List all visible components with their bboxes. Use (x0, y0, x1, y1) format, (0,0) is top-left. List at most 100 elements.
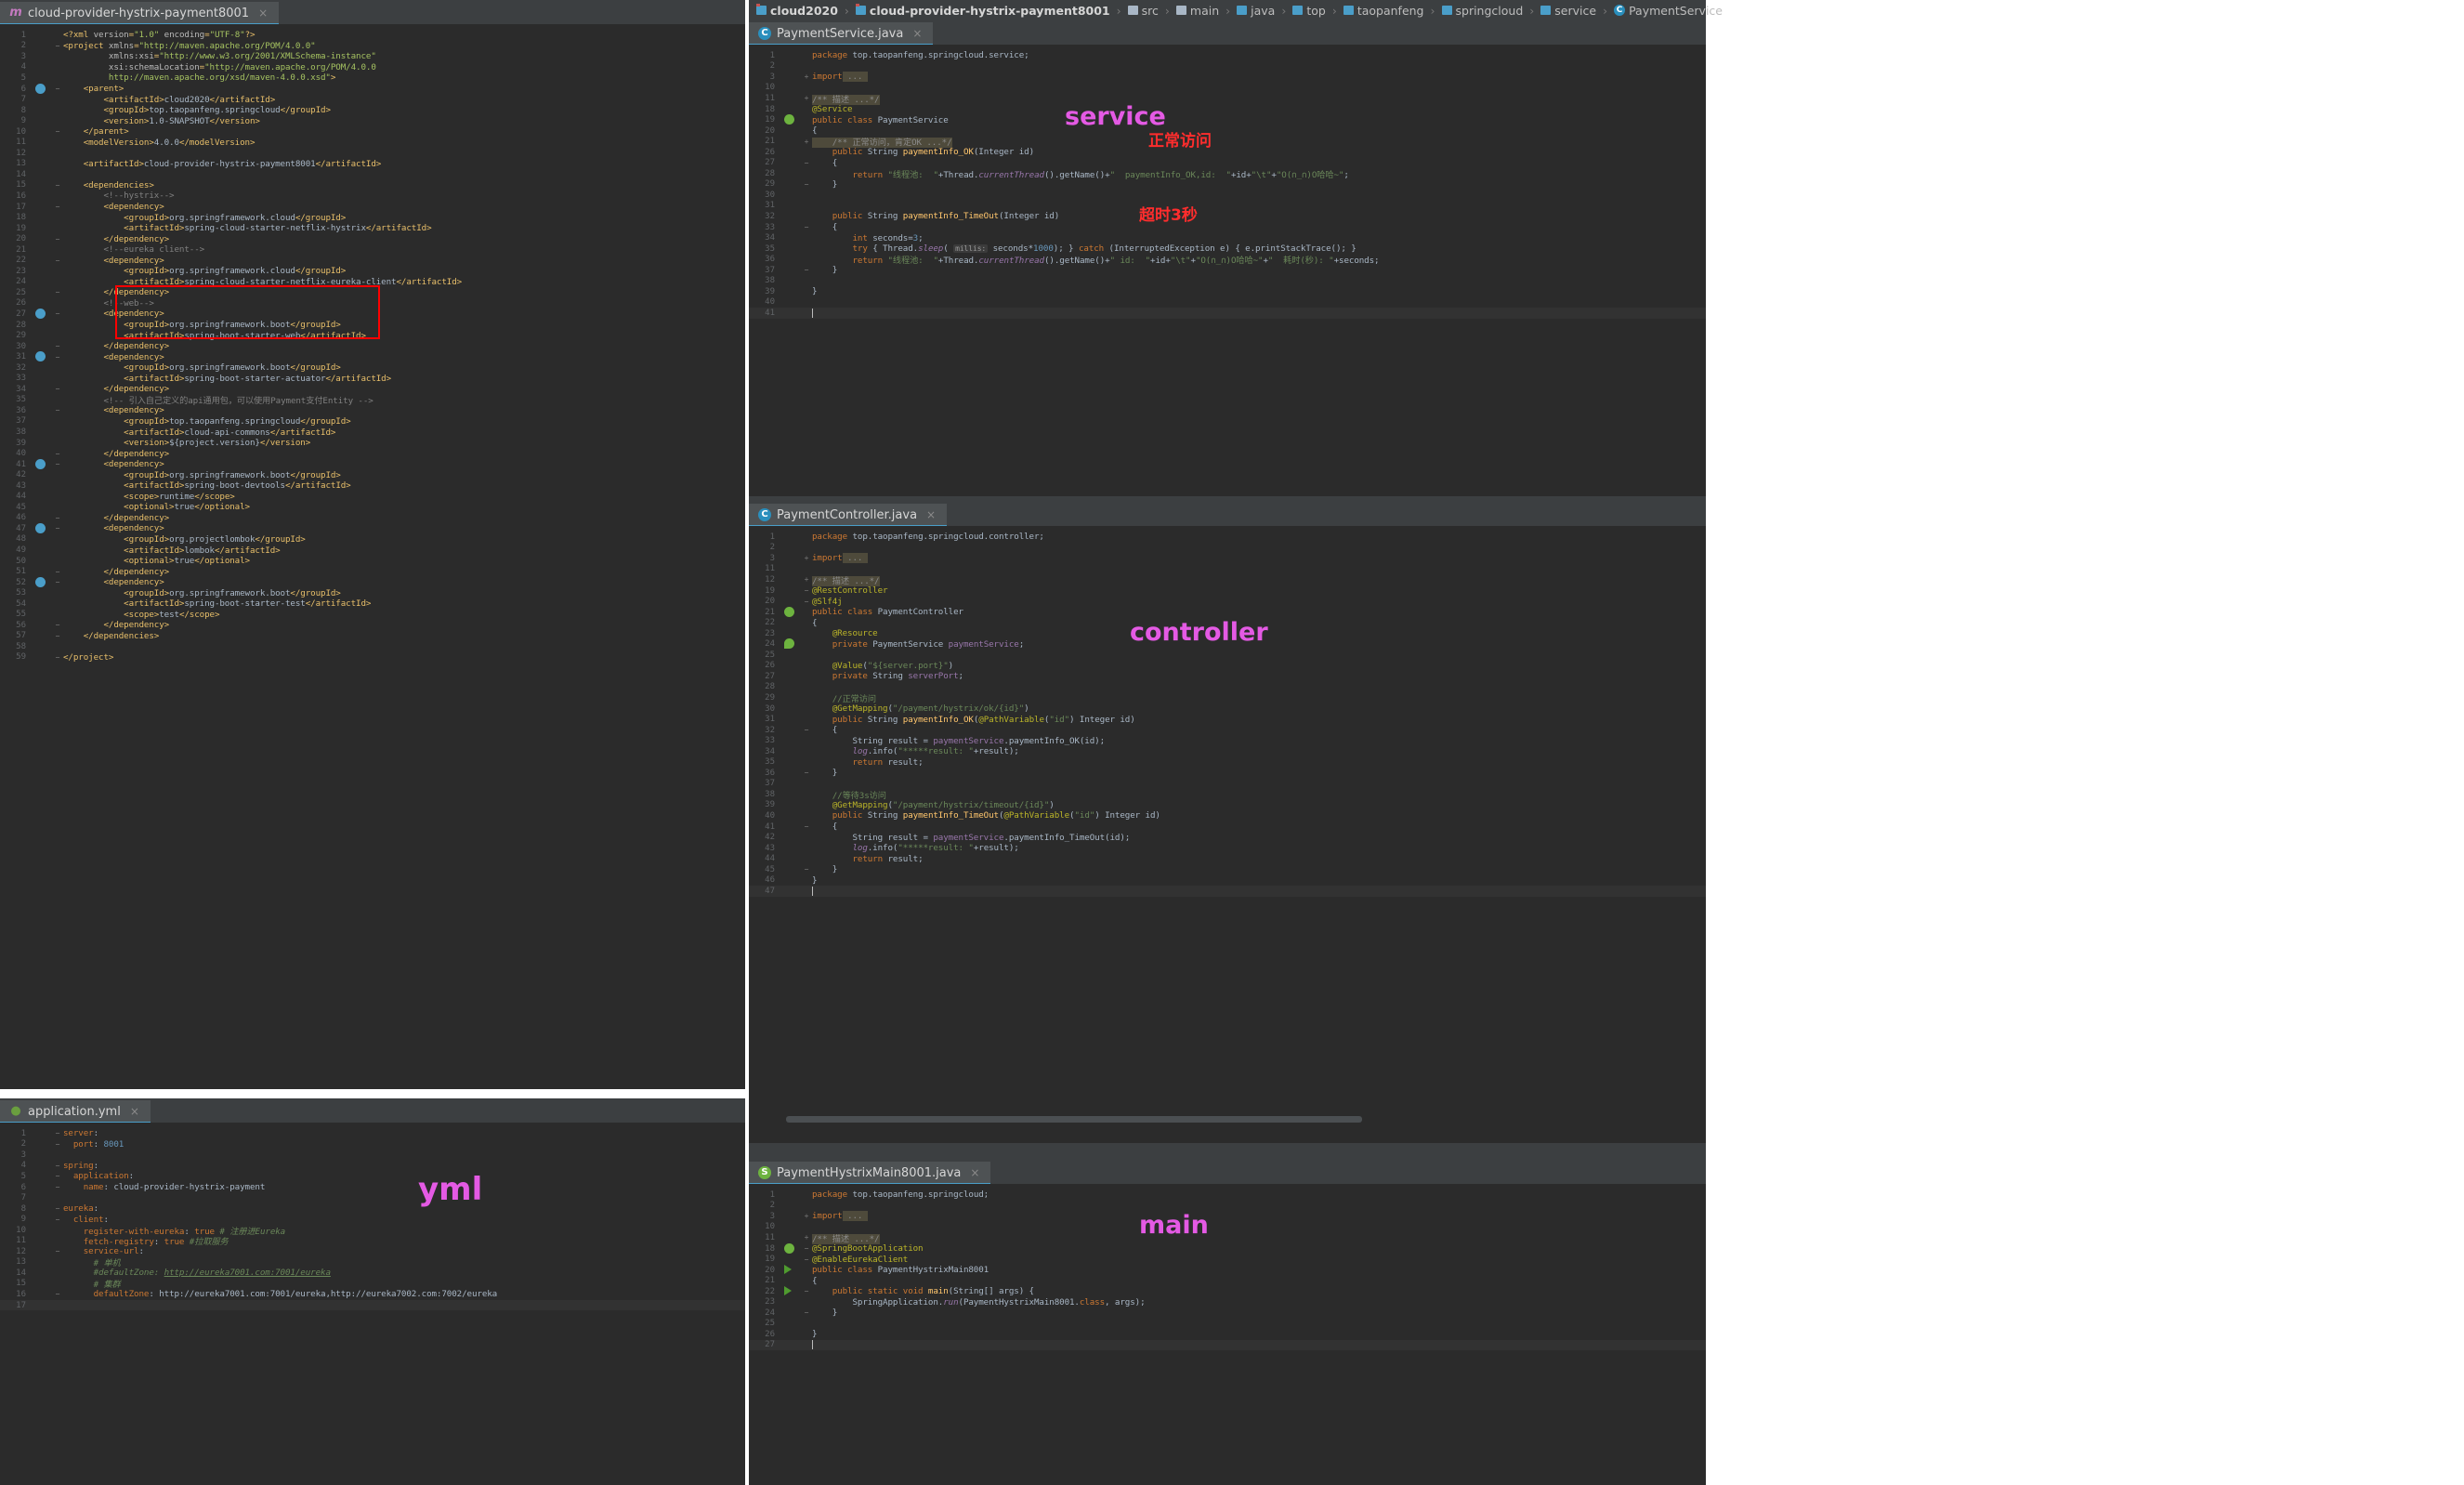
code-line[interactable]: 56 − </dependency> (0, 620, 745, 631)
code-line[interactable]: 8 <groupId>top.taopanfeng.springcloud</g… (0, 105, 745, 116)
maven-download-icon[interactable] (35, 351, 46, 362)
fold-toggle[interactable]: − (801, 1287, 812, 1295)
gutter-marker-area[interactable] (32, 1150, 52, 1161)
code-line[interactable]: 11 <modelVersion>4.0.0</modelVersion> (0, 137, 745, 148)
code-line[interactable]: 15 # 集群 (0, 1279, 745, 1290)
code-line[interactable]: 27 − <dependency> (0, 309, 745, 320)
gutter-marker-area[interactable] (780, 1232, 801, 1243)
gutter-marker-area[interactable] (780, 1264, 801, 1276)
gutter-marker-area[interactable] (32, 362, 52, 374)
fold-toggle[interactable]: − (801, 1308, 812, 1317)
code-line[interactable]: 11 (749, 564, 1706, 575)
gutter-marker-area[interactable] (780, 564, 801, 575)
code-line[interactable]: 31 (749, 201, 1706, 212)
gutter-marker-area[interactable] (32, 1246, 52, 1257)
tab-payment-hystrix-main[interactable]: S PaymentHystrixMain8001.java × (749, 1162, 991, 1186)
close-icon[interactable]: × (912, 27, 922, 40)
fold-toggle[interactable]: − (52, 385, 63, 393)
spring-run-icon[interactable] (784, 1264, 792, 1274)
code-line[interactable]: 1 package top.taopanfeng.springcloud.serv… (749, 50, 1706, 61)
code-line[interactable]: 32 public String paymentInfo_TimeOut(Int… (749, 211, 1706, 222)
fold-toggle[interactable]: − (52, 514, 63, 522)
gutter-marker-area[interactable] (780, 1201, 801, 1212)
gutter-marker-area[interactable] (780, 286, 801, 297)
code-line[interactable]: 32 − { (749, 725, 1706, 736)
code-line[interactable]: 24 − } (749, 1308, 1706, 1319)
code-line[interactable]: 3 + import ... (749, 72, 1706, 83)
gutter-marker-area[interactable] (32, 62, 52, 73)
gutter-marker-area[interactable] (780, 72, 801, 83)
gutter-marker-area[interactable] (780, 821, 801, 833)
gutter-marker-area[interactable] (32, 159, 52, 170)
fold-toggle[interactable]: − (801, 1244, 812, 1253)
breadcrumb-item-java[interactable]: java (1235, 4, 1277, 18)
code-line[interactable]: 41 − { (749, 821, 1706, 833)
code-line[interactable]: 3 + import ... (749, 1211, 1706, 1222)
code-line[interactable]: 18 @Service (749, 104, 1706, 115)
gutter-marker-area[interactable] (780, 628, 801, 639)
code-line[interactable]: 2 (749, 1201, 1706, 1212)
gutter-marker-area[interactable] (780, 779, 801, 790)
maven-download-icon[interactable] (35, 309, 46, 320)
gutter-marker-area[interactable] (32, 1257, 52, 1268)
code-line[interactable]: 34 log.info("*****result: "+result); (749, 746, 1706, 757)
gutter-marker-area[interactable] (32, 115, 52, 126)
code-line[interactable]: 47 (749, 886, 1706, 897)
gutter-marker-area[interactable] (780, 1319, 801, 1330)
code-line[interactable]: 2 − <project xmlns="http://maven.apache.or… (0, 41, 745, 52)
code-line[interactable]: 7 (0, 1192, 745, 1203)
code-line[interactable]: 43 log.info("*****result: "+result); (749, 843, 1706, 854)
fold-toggle[interactable]: − (801, 586, 812, 595)
gutter-marker-area[interactable] (780, 553, 801, 564)
gutter-marker-area[interactable] (780, 232, 801, 243)
gutter-marker-area[interactable] (780, 853, 801, 864)
gutter-marker-area[interactable] (32, 330, 52, 341)
code-line[interactable]: 2 (749, 543, 1706, 554)
code-line[interactable]: 22 { (749, 617, 1706, 628)
gutter-marker-area[interactable] (32, 1161, 52, 1172)
code-line[interactable]: 28 return "线程池: "+Thread.currentThread()… (749, 168, 1706, 180)
code-line[interactable]: 27 private String serverPort; (749, 671, 1706, 682)
gutter-marker-area[interactable] (780, 136, 801, 147)
code-line[interactable]: 1 package top.taopanfeng.springcloud; (749, 1189, 1706, 1201)
fold-toggle[interactable]: − (801, 180, 812, 189)
gutter-marker-area[interactable] (32, 513, 52, 524)
gutter-marker-area[interactable] (32, 1214, 52, 1225)
gutter-marker-area[interactable] (32, 545, 52, 556)
code-line[interactable]: 44 <scope>runtime</scope> (0, 492, 745, 503)
code-line[interactable]: 16 <!--hystrix--> (0, 191, 745, 202)
code-line[interactable]: 1 package top.taopanfeng.springcloud.cont… (749, 532, 1706, 543)
code-line[interactable]: 37 <groupId>top.taopanfeng.springcloud</… (0, 416, 745, 427)
code-line[interactable]: 20 public class PaymentHystrixMain8001 (749, 1264, 1706, 1276)
code-line[interactable]: 36 − } (749, 768, 1706, 779)
gutter-marker-area[interactable] (32, 631, 52, 642)
code-line[interactable]: 30 − </dependency> (0, 341, 745, 352)
gutter-marker-area[interactable] (32, 448, 52, 459)
code-line[interactable]: 38 //等待3s访问 (749, 789, 1706, 801)
fold-toggle[interactable]: − (52, 632, 63, 640)
code-line[interactable]: 26 @Value("${server.port}") (749, 661, 1706, 672)
code-line[interactable]: 53 <groupId>org.springframework.boot</gr… (0, 587, 745, 598)
code-line[interactable]: 3 + import ... (749, 553, 1706, 564)
fold-toggle[interactable]: + (801, 138, 812, 146)
gutter-marker-area[interactable] (32, 1268, 52, 1279)
fold-toggle[interactable]: − (52, 1216, 63, 1224)
gutter-marker-area[interactable] (32, 126, 52, 138)
gutter-marker-area[interactable] (32, 244, 52, 256)
fold-toggle[interactable]: + (801, 72, 812, 81)
code-line[interactable]: 23 <groupId>org.springframework.cloud</g… (0, 266, 745, 277)
code-line[interactable]: 29 //正常访问 (749, 692, 1706, 704)
gutter-marker-area[interactable] (32, 309, 52, 320)
gutter-marker-area[interactable] (780, 1211, 801, 1222)
gutter-marker-area[interactable] (780, 50, 801, 61)
code-line[interactable]: 25 (749, 650, 1706, 661)
code-line[interactable]: 25 (749, 1319, 1706, 1330)
gutter-marker-area[interactable] (780, 83, 801, 94)
fold-toggle[interactable]: − (52, 450, 63, 458)
code-line[interactable]: 26 public String paymentInfo_OK(Integer … (749, 147, 1706, 158)
code-line[interactable]: 16 − defaultZone: http://eureka7001.com:7… (0, 1289, 745, 1300)
maven-download-icon[interactable] (35, 458, 46, 469)
autowired-icon[interactable] (784, 638, 794, 650)
gutter-marker-area[interactable] (32, 492, 52, 503)
tab-payment-service[interactable]: C PaymentService.java × (749, 22, 934, 46)
